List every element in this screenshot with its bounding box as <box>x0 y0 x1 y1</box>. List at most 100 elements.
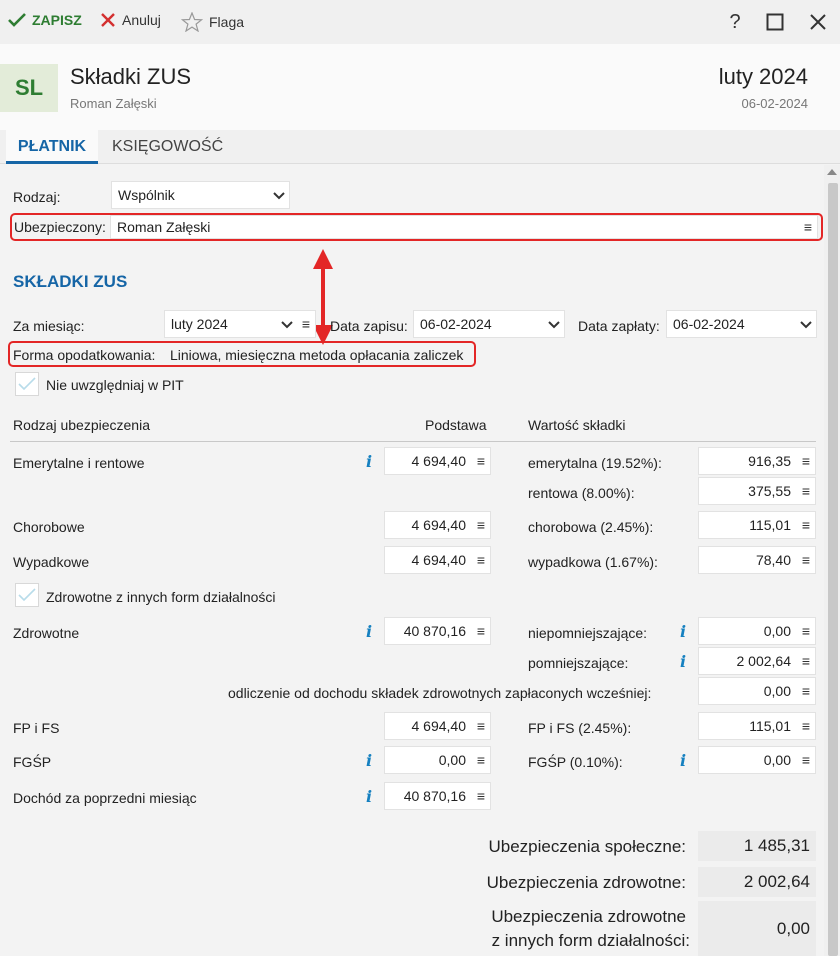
col-wartosc-header: Wartość składki <box>528 417 626 433</box>
chorobowa-field[interactable]: 115,01 ≡ <box>698 511 816 539</box>
forma-label: Forma opodatkowania: <box>13 347 156 363</box>
niepomniejszajace-value: 0,00 <box>763 623 791 639</box>
fgsp-podstawa-field[interactable]: 0,00 ≡ <box>384 746 491 774</box>
zdrowotne-inne-checkbox[interactable] <box>15 583 39 607</box>
ubezpieczony-field[interactable]: Roman Załęski ≡ <box>110 215 818 239</box>
info-icon[interactable]: i <box>676 652 690 671</box>
chorobowa-label: chorobowa (2.45%): <box>528 519 654 535</box>
wypadkowe-label: Wypadkowe <box>13 554 90 570</box>
wypadkowa-value: 78,40 <box>755 552 791 568</box>
list-icon[interactable]: ≡ <box>799 219 817 235</box>
help-icon[interactable]: ? <box>721 8 749 36</box>
wypadkowa-field[interactable]: 78,40 ≡ <box>698 546 816 574</box>
list-icon[interactable]: ≡ <box>797 623 815 639</box>
info-icon[interactable]: i <box>362 787 376 806</box>
list-icon[interactable]: ≡ <box>797 718 815 734</box>
fgsp-field[interactable]: 0,00 ≡ <box>698 746 816 774</box>
rentowa-field[interactable]: 375,55 ≡ <box>698 477 816 505</box>
wypadkowe-podstawa-field[interactable]: 4 694,40 ≡ <box>384 546 491 574</box>
flag-label: Flaga <box>209 14 245 30</box>
info-icon[interactable]: i <box>676 622 690 641</box>
page-title: Składki ZUS <box>70 64 192 89</box>
za-miesiac-label: Za miesiąc: <box>13 318 85 334</box>
page-subtitle: Roman Załęski <box>70 96 157 111</box>
chevron-down-icon <box>796 316 816 332</box>
nie-uwzgledniaj-checkbox[interactable] <box>15 372 39 396</box>
data-zapisu-label: Data zapisu: <box>330 318 408 334</box>
summary-zdrowotne-inne-label-line2: z innych form działalności: <box>491 931 690 950</box>
dochod-podstawa-value: 40 870,16 <box>403 788 466 804</box>
close-icon[interactable] <box>804 8 832 36</box>
list-icon[interactable]: ≡ <box>472 453 490 469</box>
list-icon[interactable]: ≡ <box>472 552 490 568</box>
emerytalna-value: 916,35 <box>748 453 791 469</box>
document-header: SL Składki ZUS Roman Załęski luty 2024 0… <box>0 44 840 130</box>
scrollbar-thumb[interactable] <box>828 183 838 956</box>
info-icon[interactable]: i <box>676 751 690 770</box>
save-button[interactable]: ZAPISZ <box>8 12 82 28</box>
list-icon[interactable]: ≡ <box>797 483 815 499</box>
tab-platnik[interactable]: PŁATNIK <box>6 130 98 164</box>
period-date: 06-02-2024 <box>741 96 809 111</box>
info-icon[interactable]: i <box>362 622 376 641</box>
fgsp-podstawa-value: 0,00 <box>438 752 466 768</box>
list-icon[interactable]: ≡ <box>797 453 815 469</box>
chorobowa-value: 115,01 <box>749 517 791 533</box>
info-icon[interactable]: i <box>362 751 376 770</box>
chevron-down-icon <box>269 187 289 203</box>
chorobowe-label: Chorobowe <box>13 519 85 535</box>
data-zaplaty-value: 06-02-2024 <box>673 316 745 332</box>
dochod-podstawa-field[interactable]: 40 870,16 ≡ <box>384 782 491 810</box>
emerytalna-label: emerytalna (19.52%): <box>528 455 662 471</box>
info-icon[interactable]: i <box>362 452 376 471</box>
pomniejszajace-value: 2 002,64 <box>736 653 792 669</box>
za-miesiac-select[interactable]: luty 2024 ≡ <box>164 310 316 338</box>
zdrowotne-inne-label: Zdrowotne z innych form działalności <box>46 589 276 605</box>
emerytalna-field[interactable]: 916,35 ≡ <box>698 447 816 475</box>
maximize-icon[interactable] <box>761 8 789 36</box>
summary-zdrowotne-value: 2 002,64 <box>698 867 816 897</box>
tab-ksiegowosc[interactable]: KSIĘGOWOŚĆ <box>106 130 229 164</box>
niepomniejszajace-label: niepomniejszające: <box>528 625 648 641</box>
list-icon[interactable]: ≡ <box>472 517 490 533</box>
list-icon[interactable]: ≡ <box>472 788 490 804</box>
niepomniejszajace-field[interactable]: 0,00 ≡ <box>698 617 816 645</box>
ubezpieczony-label: Ubezpieczony: <box>14 219 106 235</box>
list-icon[interactable]: ≡ <box>297 316 315 332</box>
data-zapisu-field[interactable]: 06-02-2024 <box>413 310 565 338</box>
list-icon[interactable]: ≡ <box>797 653 815 669</box>
list-icon[interactable]: ≡ <box>797 517 815 533</box>
list-icon[interactable]: ≡ <box>472 718 490 734</box>
document-type-badge: SL <box>0 64 58 112</box>
ubezpieczony-value: Roman Załęski <box>117 219 211 235</box>
list-icon[interactable]: ≡ <box>472 752 490 768</box>
chorobowe-podstawa-value: 4 694,40 <box>411 517 467 533</box>
zdrowotne-podstawa-field[interactable]: 40 870,16 ≡ <box>384 617 491 645</box>
list-icon[interactable]: ≡ <box>797 752 815 768</box>
cancel-button[interactable]: Anuluj <box>100 12 161 28</box>
check-icon <box>18 588 36 602</box>
vertical-scrollbar[interactable] <box>824 165 840 956</box>
rentowa-label: rentowa (8.00%): <box>528 485 635 501</box>
fpfs-podstawa-field[interactable]: 4 694,40 ≡ <box>384 712 491 740</box>
rodzaj-value: Wspólnik <box>118 187 175 203</box>
list-icon[interactable]: ≡ <box>797 552 815 568</box>
summary-spoleczne-label: Ubezpieczenia społeczne: <box>488 837 686 856</box>
emerytalne-podstawa-field[interactable]: 4 694,40 ≡ <box>384 447 491 475</box>
scroll-up-icon[interactable] <box>827 169 837 175</box>
fpfs-value: 115,01 <box>749 718 791 734</box>
pomniejszajace-field[interactable]: 2 002,64 ≡ <box>698 647 816 675</box>
list-icon[interactable]: ≡ <box>472 623 490 639</box>
list-icon[interactable]: ≡ <box>797 683 815 699</box>
flag-button[interactable]: Flaga <box>181 12 244 32</box>
fpfs-field[interactable]: 115,01 ≡ <box>698 712 816 740</box>
summary-zdrowotne-label: Ubezpieczenia zdrowotne: <box>486 873 686 892</box>
odliczenie-field[interactable]: 0,00 ≡ <box>698 677 816 705</box>
divider <box>10 441 816 442</box>
rodzaj-select[interactable]: Wspólnik <box>111 181 290 209</box>
zdrowotne-podstawa-value: 40 870,16 <box>403 623 466 639</box>
data-zaplaty-field[interactable]: 06-02-2024 <box>666 310 817 338</box>
chorobowe-podstawa-field[interactable]: 4 694,40 ≡ <box>384 511 491 539</box>
pomniejszajace-label: pomniejszające: <box>528 655 629 671</box>
summary-zdrowotne-inne-value: 0,00 <box>698 901 816 956</box>
